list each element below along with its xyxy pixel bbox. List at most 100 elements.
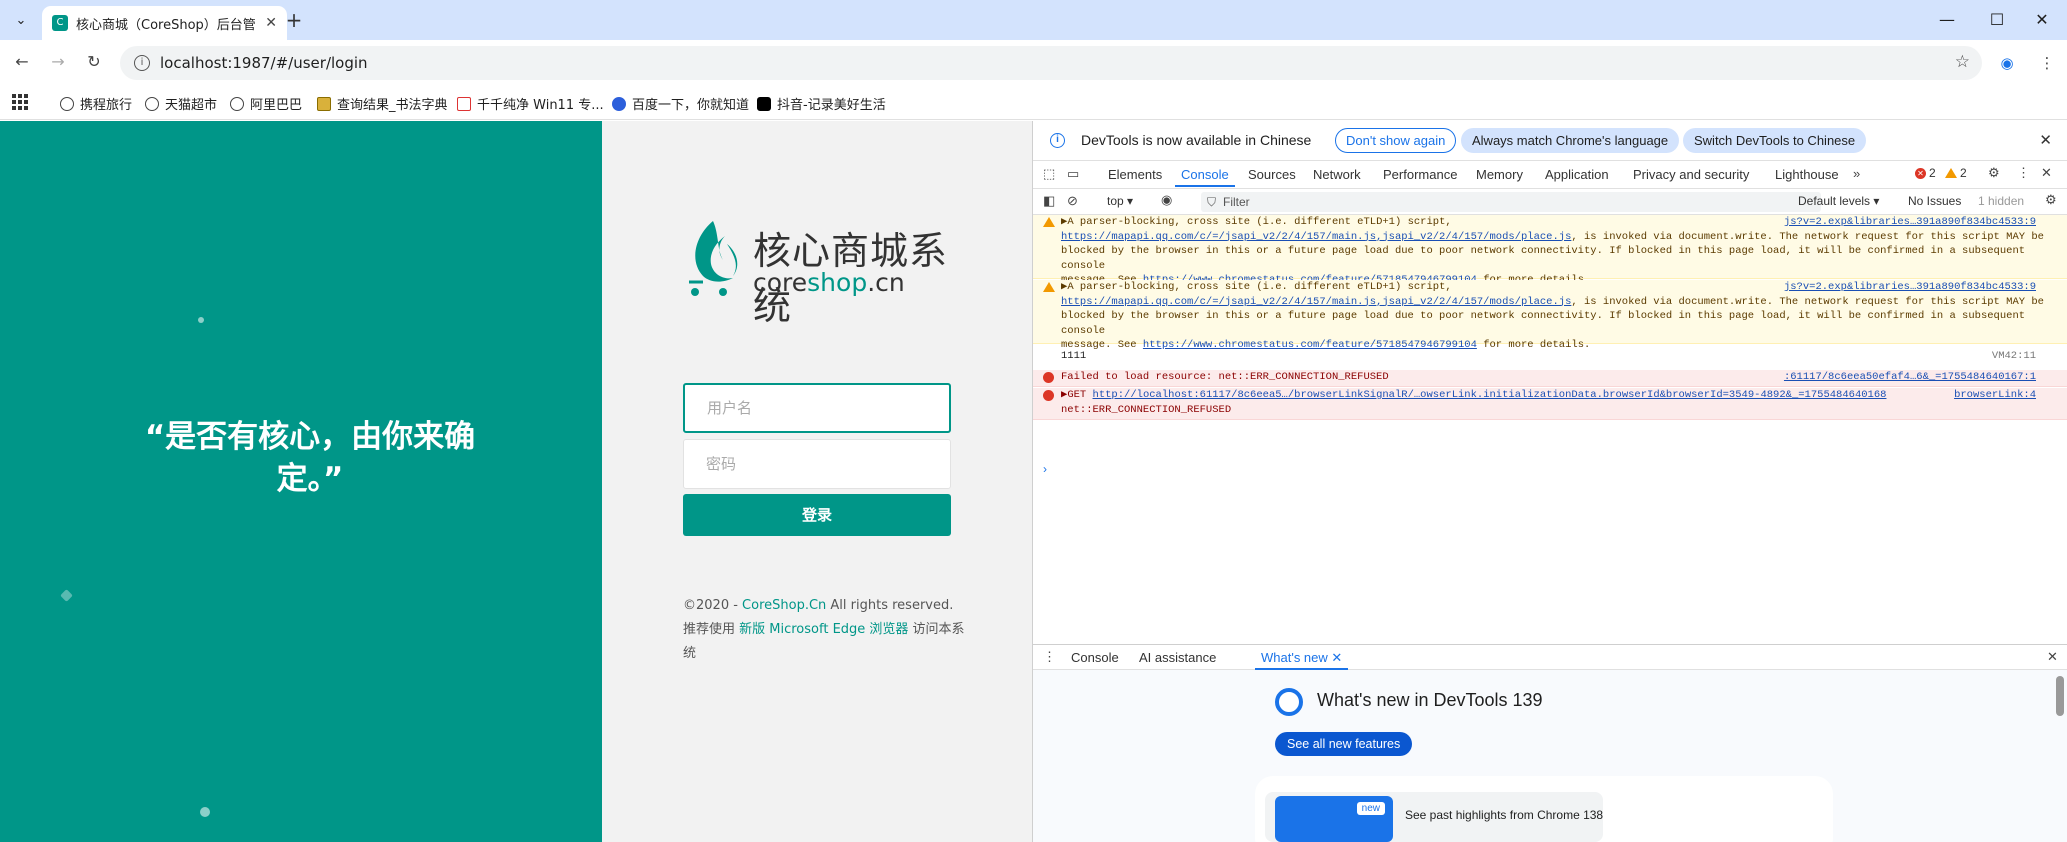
login-footer: ©2020 - CoreShop.Cn All rights reserved.…: [683, 594, 973, 666]
console-error-message[interactable]: Failed to load resource: net::ERR_CONNEC…: [1033, 370, 2067, 387]
devtools-close-icon[interactable]: ✕: [2041, 165, 2052, 181]
bookmark-item[interactable]: 天猫超市: [145, 94, 217, 113]
infobar-message: DevTools is now available in Chinese: [1081, 132, 1312, 148]
drawer-menu-icon[interactable]: ⋮: [1043, 649, 1056, 665]
inspect-element-icon[interactable]: ⬚: [1043, 166, 1055, 182]
infobar-close-icon[interactable]: ✕: [2039, 131, 2052, 149]
switch-chinese-button[interactable]: Switch DevTools to Chinese: [1683, 128, 1867, 153]
console-filter-input[interactable]: ⛉ Filter: [1201, 192, 1821, 212]
tab-search-icon[interactable]: ⌄: [10, 10, 32, 32]
coreshop-link[interactable]: CoreShop.Cn: [742, 598, 826, 613]
back-icon[interactable]: ←: [10, 50, 34, 74]
url-text[interactable]: localhost:1987/#/user/login: [160, 54, 368, 72]
drawer-tab-whats-new[interactable]: What's new ✕: [1254, 650, 1349, 670]
scrollbar[interactable]: [2056, 676, 2064, 716]
settings-gear-icon[interactable]: ⚙: [1988, 165, 2000, 181]
tab-sources[interactable]: Sources: [1248, 167, 1296, 182]
see-all-features-button[interactable]: See all new features: [1275, 732, 1413, 756]
console-settings-icon[interactable]: ⚙: [2045, 192, 2057, 208]
menu-icon[interactable]: ⋮: [2036, 52, 2058, 74]
message-source-link[interactable]: :61117/8c6eea50efaf4…6&_=1755484640167:1: [1784, 370, 2036, 385]
whats-new-panel: What's new in DevTools 139 See all new f…: [1033, 670, 2067, 842]
dont-show-again-button[interactable]: Don't show again: [1335, 128, 1457, 153]
device-toolbar-icon[interactable]: ▭: [1067, 166, 1079, 182]
sidebar-toggle-icon[interactable]: ◧: [1043, 193, 1055, 209]
devtools-menu-icon[interactable]: ⋮: [2017, 165, 2030, 181]
new-tab-icon[interactable]: +: [282, 8, 306, 32]
bookmark-star-icon[interactable]: ☆: [1955, 52, 1970, 72]
tab-application[interactable]: Application: [1545, 167, 1609, 182]
message-source-link[interactable]: js?v=2.exp&libraries…391a890f834bc4533:9: [1784, 280, 2036, 295]
drawer-tab-console[interactable]: Console: [1071, 650, 1119, 665]
tab-lighthouse[interactable]: Lighthouse: [1775, 167, 1839, 182]
edge-download-link[interactable]: 新版 Microsoft Edge 浏览器: [739, 622, 908, 637]
bookmark-item[interactable]: 百度一下，你就知道: [612, 94, 749, 113]
new-badge: new: [1356, 802, 1385, 815]
bookmark-item[interactable]: 查询结果_书法字典: [317, 94, 448, 113]
bookmark-item[interactable]: 阿里巴巴: [230, 94, 302, 113]
minimize-icon[interactable]: —: [1922, 0, 1972, 40]
password-input[interactable]: [684, 440, 950, 488]
warning-count-badge[interactable]: 2: [1945, 166, 1967, 180]
profile-icon[interactable]: ◉: [1996, 52, 2018, 74]
tab-close-icon[interactable]: ✕: [1331, 650, 1342, 665]
bookmark-item[interactable]: 抖音-记录美好生活: [757, 94, 886, 113]
coreshop-favicon-icon: C: [52, 15, 68, 31]
globe-icon: [60, 96, 74, 111]
tab-elements[interactable]: Elements: [1108, 167, 1162, 182]
clear-console-icon[interactable]: ⊘: [1067, 193, 1078, 209]
error-icon: [1043, 372, 1054, 383]
message-source-link[interactable]: VM42:11: [1992, 349, 2036, 364]
tab-privacy-security[interactable]: Privacy and security: [1633, 167, 1749, 182]
copyright-line: ©2020 - CoreShop.Cn All rights reserved.: [683, 598, 954, 613]
warning-icon: [1043, 217, 1055, 227]
tab-title: 核心商城（CoreShop）后台管: [76, 17, 256, 33]
drawer-tab-ai-assistance[interactable]: AI assistance: [1139, 650, 1216, 665]
site-info-icon[interactable]: i: [134, 55, 150, 71]
issues-counter[interactable]: No Issues: [1908, 194, 1961, 208]
browser-tab[interactable]: C 核心商城（CoreShop）后台管 ✕: [42, 6, 287, 40]
username-input[interactable]: [685, 385, 949, 431]
devtools-tabbar: ⬚ ▭ Elements Console Sources Network Per…: [1033, 161, 2067, 189]
calligraphy-icon: [317, 96, 331, 111]
drawer-close-icon[interactable]: ✕: [2047, 649, 2058, 665]
bookmarks-bar: 携程旅行 天猫超市 阿里巴巴 查询结果_书法字典 千千纯净 Win11 专...…: [0, 86, 2067, 120]
password-field[interactable]: [683, 439, 951, 489]
console-output: ▶A parser-blocking, cross site (i.e. dif…: [1033, 215, 2067, 645]
console-log-message[interactable]: 1111 VM42:11: [1033, 349, 2067, 367]
message-source-link[interactable]: browserLink:4: [1954, 388, 2036, 403]
context-select[interactable]: top ▾: [1107, 194, 1133, 208]
tab-network[interactable]: Network: [1313, 167, 1361, 182]
error-count-badge[interactable]: ✕ 2: [1915, 166, 1936, 180]
past-highlights-text[interactable]: See past highlights from Chrome 138: [1405, 808, 1603, 822]
address-bar[interactable]: i localhost:1987/#/user/login ☆: [120, 46, 1982, 80]
forward-icon[interactable]: →: [46, 50, 70, 74]
message-source-link[interactable]: js?v=2.exp&libraries…391a890f834bc4533:9: [1784, 215, 2036, 230]
console-error-message[interactable]: ▶GET http://localhost:61117/8c6eea5…/bro…: [1033, 388, 2067, 420]
more-tabs-icon[interactable]: »: [1853, 166, 1860, 181]
console-warning-message[interactable]: ▶A parser-blocking, cross site (i.e. dif…: [1033, 215, 2067, 286]
username-field[interactable]: [683, 383, 951, 433]
script-link[interactable]: https://mapapi.qq.com/c/=/jsapi_v2/2/4/1…: [1061, 296, 1571, 308]
tab-close-icon[interactable]: ✕: [265, 15, 277, 31]
reload-icon[interactable]: ↻: [82, 50, 106, 74]
log-levels-select[interactable]: Default levels ▾: [1798, 194, 1879, 208]
tab-console[interactable]: Console: [1175, 167, 1235, 187]
script-link[interactable]: https://mapapi.qq.com/c/=/jsapi_v2/2/4/1…: [1061, 231, 1571, 243]
live-expression-eye-icon[interactable]: ◉: [1161, 192, 1172, 208]
request-url-link[interactable]: http://localhost:61117/8c6eea5…/browserL…: [1093, 389, 1887, 401]
tab-performance[interactable]: Performance: [1383, 167, 1457, 182]
apps-grid-icon[interactable]: [12, 94, 28, 110]
maximize-icon[interactable]: ☐: [1972, 0, 2022, 40]
login-button[interactable]: 登录: [683, 494, 951, 536]
filter-icon: ⛉: [1207, 195, 1217, 209]
tab-memory[interactable]: Memory: [1476, 167, 1523, 182]
tab-strip: ⌄ C 核心商城（CoreShop）后台管 ✕ + — ☐ ✕: [0, 0, 2067, 40]
bookmark-item[interactable]: 携程旅行: [60, 94, 132, 113]
coreshop-logo: 核心商城系统 coreshop.cn: [683, 216, 973, 328]
window-close-icon[interactable]: ✕: [2017, 0, 2067, 40]
console-prompt-caret-icon[interactable]: ›: [1043, 462, 1047, 476]
bookmark-item[interactable]: 千千纯净 Win11 专...: [457, 94, 604, 113]
match-language-button[interactable]: Always match Chrome's language: [1461, 128, 1680, 153]
console-warning-message[interactable]: ▶A parser-blocking, cross site (i.e. dif…: [1033, 280, 2067, 351]
